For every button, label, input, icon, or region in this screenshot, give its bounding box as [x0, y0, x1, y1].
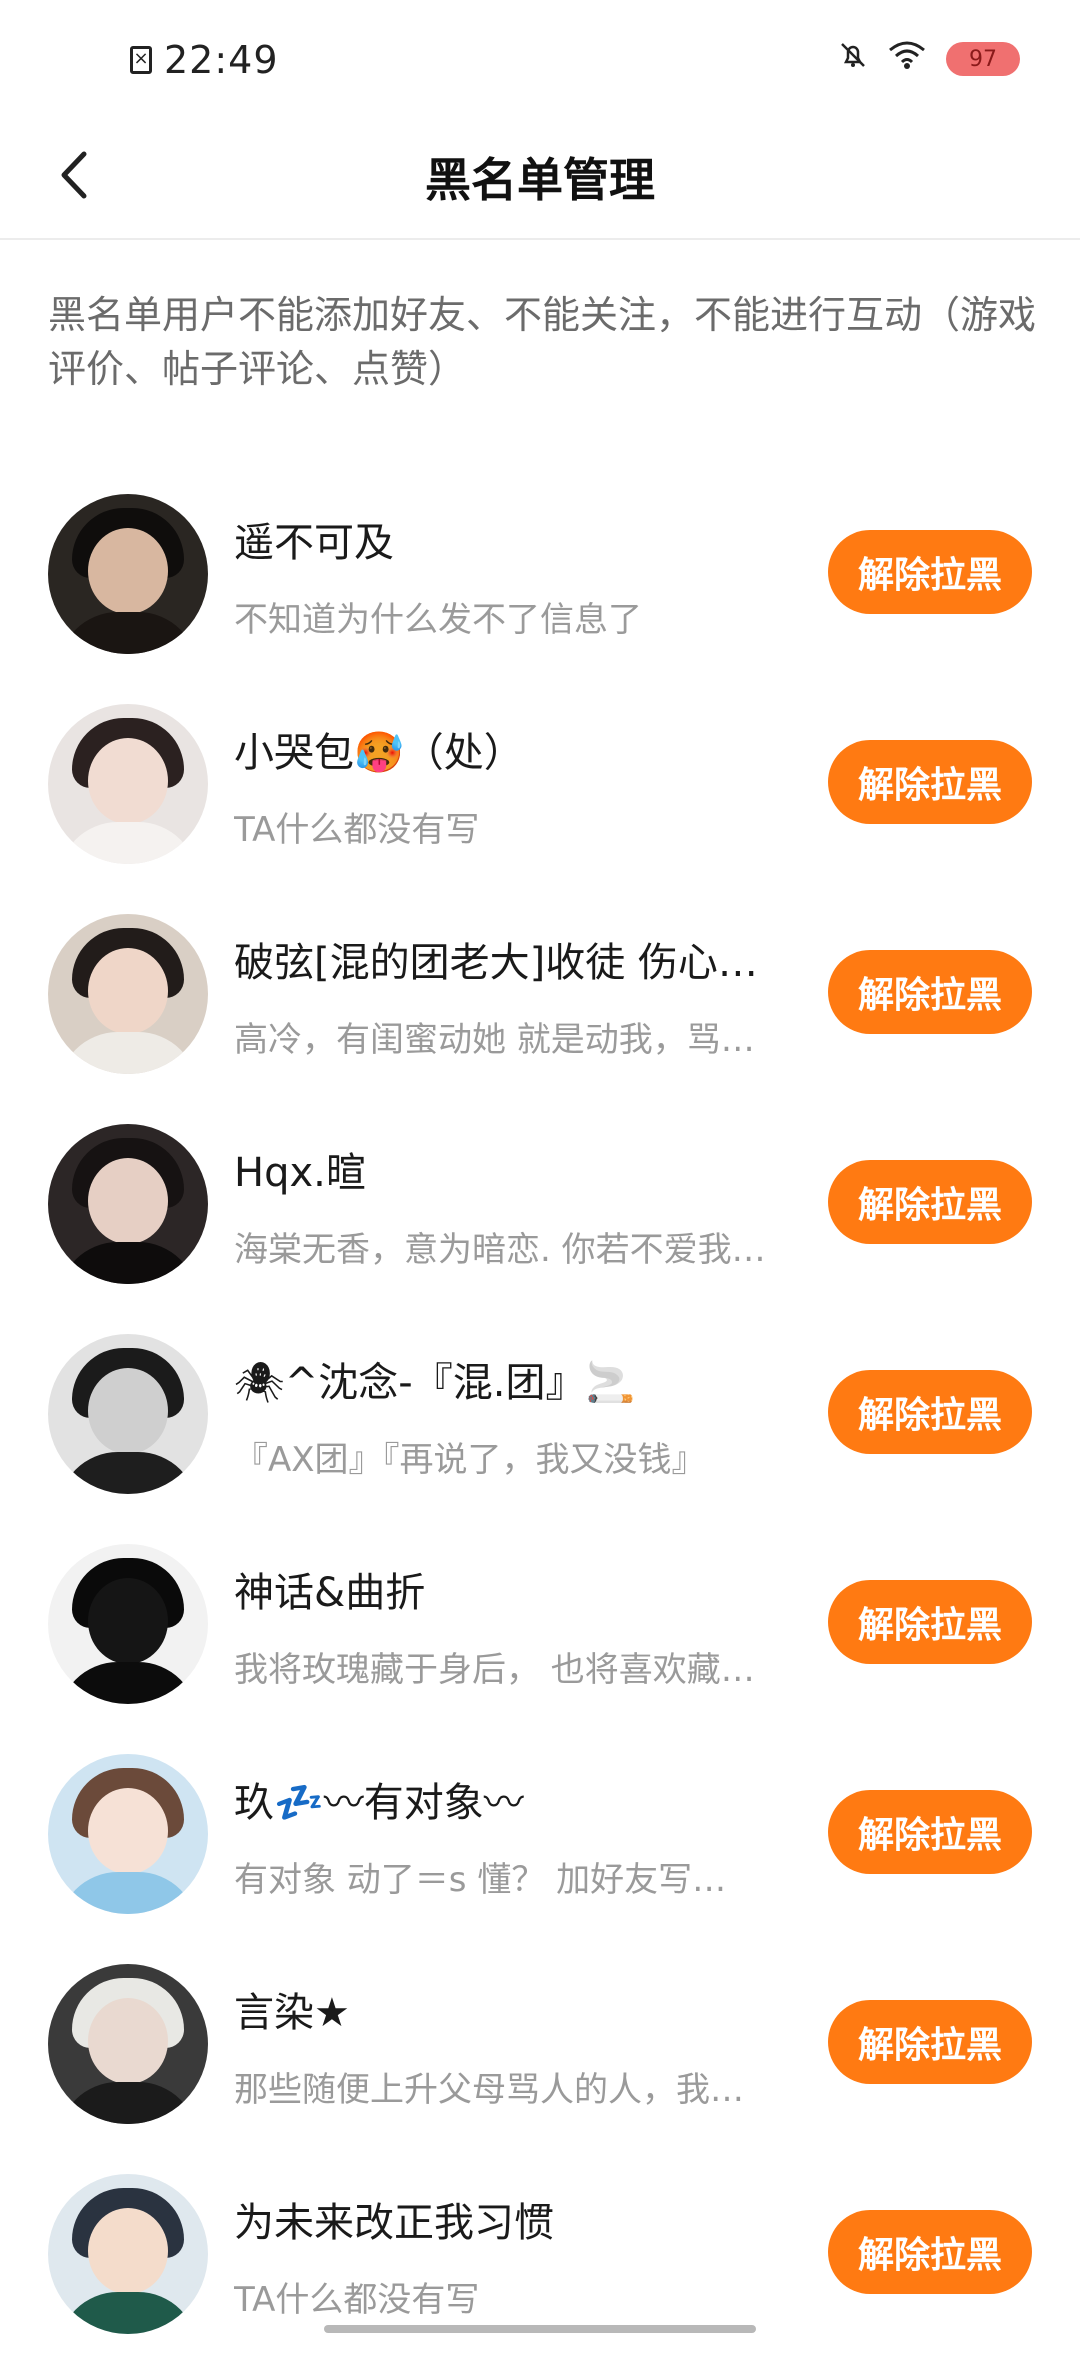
avatar[interactable] [48, 914, 208, 1074]
list-item: 神话&曲折 我将玫瑰藏于身后， 也将喜欢藏… 解除拉黑 [0, 1530, 1080, 1740]
battery-icon: 97 [946, 42, 1020, 76]
unblock-button[interactable]: 解除拉黑 [828, 2000, 1032, 2084]
status-bar: 22:49 97 [0, 0, 1080, 120]
unblock-button[interactable]: 解除拉黑 [828, 740, 1032, 824]
list-item: 为未来改正我习惯 TA什么都没有写 解除拉黑 [0, 2160, 1080, 2370]
list-item: 破弦[混的团老大]收徒 伤心… 高冷，有闺蜜动她 就是动我，骂… 解除拉黑 [0, 900, 1080, 1110]
home-indicator[interactable] [324, 2325, 756, 2333]
list-item: 玖💤〰有对象〰 有对象 动了＝s 懂？ 加好友写… 解除拉黑 [0, 1740, 1080, 1950]
user-bio: TA什么都没有写 [234, 2280, 480, 2320]
avatar[interactable] [48, 2174, 208, 2334]
unblock-button[interactable]: 解除拉黑 [828, 530, 1032, 614]
unblock-button[interactable]: 解除拉黑 [828, 1370, 1032, 1454]
user-bio: 『AX团』『再说了，我又没钱』 [234, 1440, 706, 1480]
user-name[interactable]: 玖💤〰有对象〰 [234, 1770, 794, 1828]
status-time-group: 22:49 [130, 38, 279, 82]
list-item: Hqx.暄 海棠无香，意为暗恋. 你若不爱我… 解除拉黑 [0, 1110, 1080, 1320]
user-bio: 那些随便上升父母骂人的人，我… [234, 2070, 744, 2110]
user-name[interactable]: Hqx.暄 [234, 1140, 794, 1198]
avatar[interactable] [48, 494, 208, 654]
avatar[interactable] [48, 1754, 208, 1914]
user-name[interactable]: 🕷^沈念-『混.团』🚬 [234, 1350, 794, 1408]
unblock-button[interactable]: 解除拉黑 [828, 2210, 1032, 2294]
nav-bar: 黑名单管理 [0, 120, 1080, 240]
avatar[interactable] [48, 1124, 208, 1284]
user-bio: 海棠无香，意为暗恋. 你若不爱我… [234, 1230, 766, 1270]
user-bio: 有对象 动了＝s 懂？ 加好友写… [234, 1860, 727, 1900]
user-bio: 不知道为什么发不了信息了 [234, 600, 642, 640]
user-bio: 高冷，有闺蜜动她 就是动我，骂… [234, 1020, 755, 1060]
wifi-icon [888, 40, 926, 78]
user-bio: 我将玫瑰藏于身后， 也将喜欢藏… [234, 1650, 755, 1690]
avatar[interactable] [48, 704, 208, 864]
sim-error-icon [130, 45, 152, 74]
user-name[interactable]: 神话&曲折 [234, 1560, 794, 1618]
unblock-button[interactable]: 解除拉黑 [828, 1790, 1032, 1874]
bell-off-icon [838, 40, 868, 78]
list-item: 遥不可及 不知道为什么发不了信息了 解除拉黑 [0, 480, 1080, 690]
unblock-button[interactable]: 解除拉黑 [828, 1160, 1032, 1244]
avatar[interactable] [48, 1334, 208, 1494]
list-item: 🕷^沈念-『混.团』🚬 『AX团』『再说了，我又没钱』 解除拉黑 [0, 1320, 1080, 1530]
unblock-button[interactable]: 解除拉黑 [828, 1580, 1032, 1664]
page-title: 黑名单管理 [425, 153, 655, 207]
user-name[interactable]: 遥不可及 [234, 510, 794, 568]
user-name[interactable]: 破弦[混的团老大]收徒 伤心… [234, 930, 794, 988]
unblock-button[interactable]: 解除拉黑 [828, 950, 1032, 1034]
user-bio: TA什么都没有写 [234, 810, 480, 850]
list-item: 言染★ 那些随便上升父母骂人的人，我… 解除拉黑 [0, 1950, 1080, 2160]
user-name[interactable]: 为未来改正我习惯 [234, 2190, 794, 2248]
avatar[interactable] [48, 1544, 208, 1704]
status-icons: 97 [838, 40, 1020, 78]
avatar[interactable] [48, 1964, 208, 2124]
user-name[interactable]: 小哭包🥵（处） [234, 720, 794, 778]
status-time: 22:49 [164, 38, 279, 82]
list-item: 小哭包🥵（处） TA什么都没有写 解除拉黑 [0, 690, 1080, 900]
user-name[interactable]: 言染★ [234, 1980, 794, 2038]
blacklist-notice: 黑名单用户不能添加好友、不能关注，不能进行互动（游戏评价、帖子评论、点赞） [48, 293, 1037, 391]
